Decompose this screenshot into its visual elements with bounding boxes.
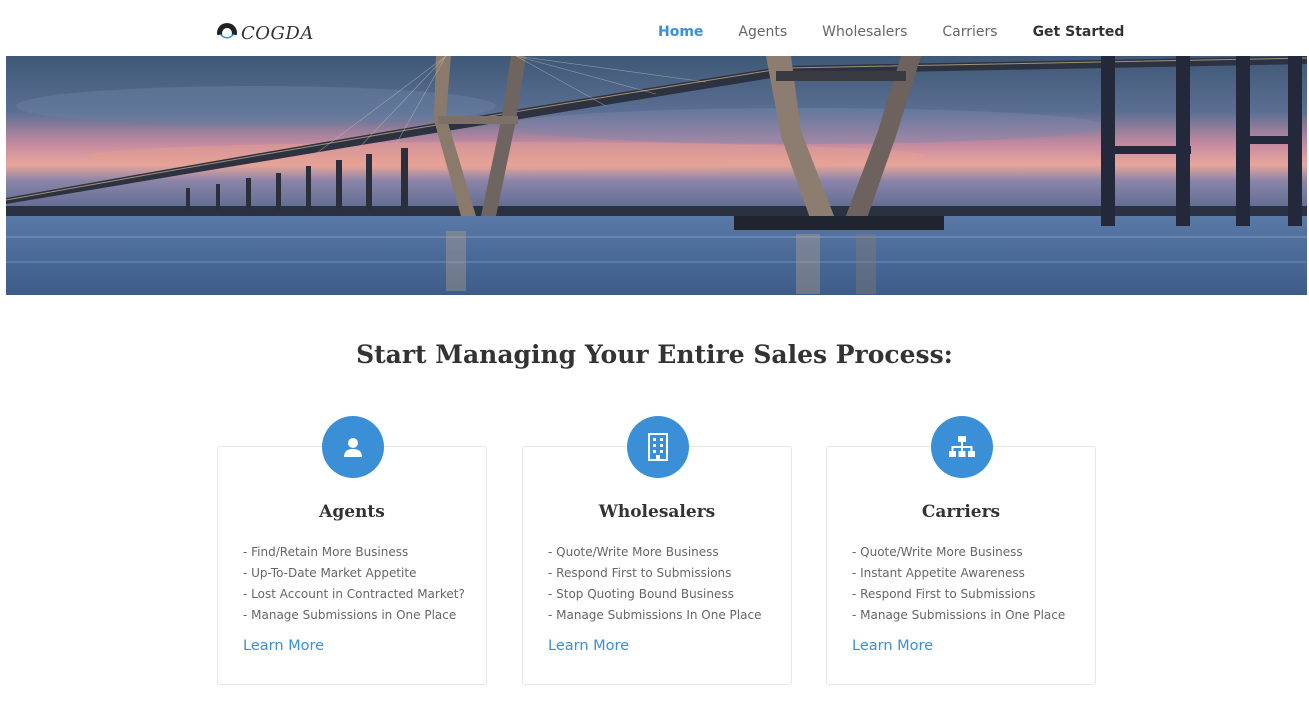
feature-list: - Find/Retain More Business - Up-To-Date…	[243, 542, 465, 626]
feature-list: - Quote/Write More Business - Respond Fi…	[548, 542, 761, 626]
list-item: - Instant Appetite Awareness	[852, 566, 1025, 580]
list-item: - Respond First to Submissions	[548, 566, 732, 580]
card-wholesalers: Wholesalers - Quote/Write More Business …	[522, 416, 792, 685]
nav-get-started[interactable]: Get Started	[1033, 24, 1125, 40]
card-title: Agents	[319, 502, 385, 522]
user-icon	[322, 416, 384, 478]
list-item: - Respond First to Submissions	[852, 587, 1036, 601]
main-nav: Home Agents Wholesalers Carriers Get Sta…	[658, 24, 1124, 40]
list-item: - Find/Retain More Business	[243, 545, 409, 559]
list-item: - Manage Submissions In One Place	[548, 608, 762, 622]
section-heading: Start Managing Your Entire Sales Process…	[356, 340, 953, 369]
learn-more-link[interactable]: Learn More	[548, 638, 629, 654]
nav-home[interactable]: Home	[658, 24, 703, 40]
card-title: Carriers	[921, 502, 1001, 522]
learn-more-link[interactable]: Learn More	[852, 638, 933, 654]
list-item: - Up-To-Date Market Appetite	[243, 566, 417, 580]
org-chart-icon	[931, 416, 993, 478]
nav-carriers[interactable]: Carriers	[942, 24, 997, 40]
logo-mark-icon	[217, 23, 237, 45]
card-agents: Agents - Find/Retain More Business - Up-…	[217, 416, 487, 685]
nav-wholesalers[interactable]: Wholesalers	[822, 24, 907, 40]
building-icon	[627, 416, 689, 478]
list-item: - Manage Submissions in One Place	[852, 608, 1066, 622]
hero-image	[6, 56, 1307, 295]
list-item: - Quote/Write More Business	[548, 545, 719, 559]
card-carriers: Carriers - Quote/Write More Business - I…	[826, 416, 1096, 685]
bridge-illustration	[6, 56, 1307, 295]
learn-more-link[interactable]: Learn More	[243, 638, 324, 654]
logo[interactable]: COGDA	[215, 20, 314, 46]
logo-text: COGDA	[241, 22, 314, 44]
list-item: - Quote/Write More Business	[852, 545, 1023, 559]
list-item: - Stop Quoting Bound Business	[548, 587, 734, 601]
navbar: COGDA Home Agents Wholesalers Carriers G…	[0, 0, 1309, 56]
list-item: - Manage Submissions in One Place	[243, 608, 457, 622]
feature-list: - Quote/Write More Business - Instant Ap…	[852, 542, 1065, 626]
nav-agents[interactable]: Agents	[738, 24, 787, 40]
card-title: Wholesalers	[598, 502, 716, 522]
list-item: - Lost Account in Contracted Market?	[243, 587, 465, 601]
